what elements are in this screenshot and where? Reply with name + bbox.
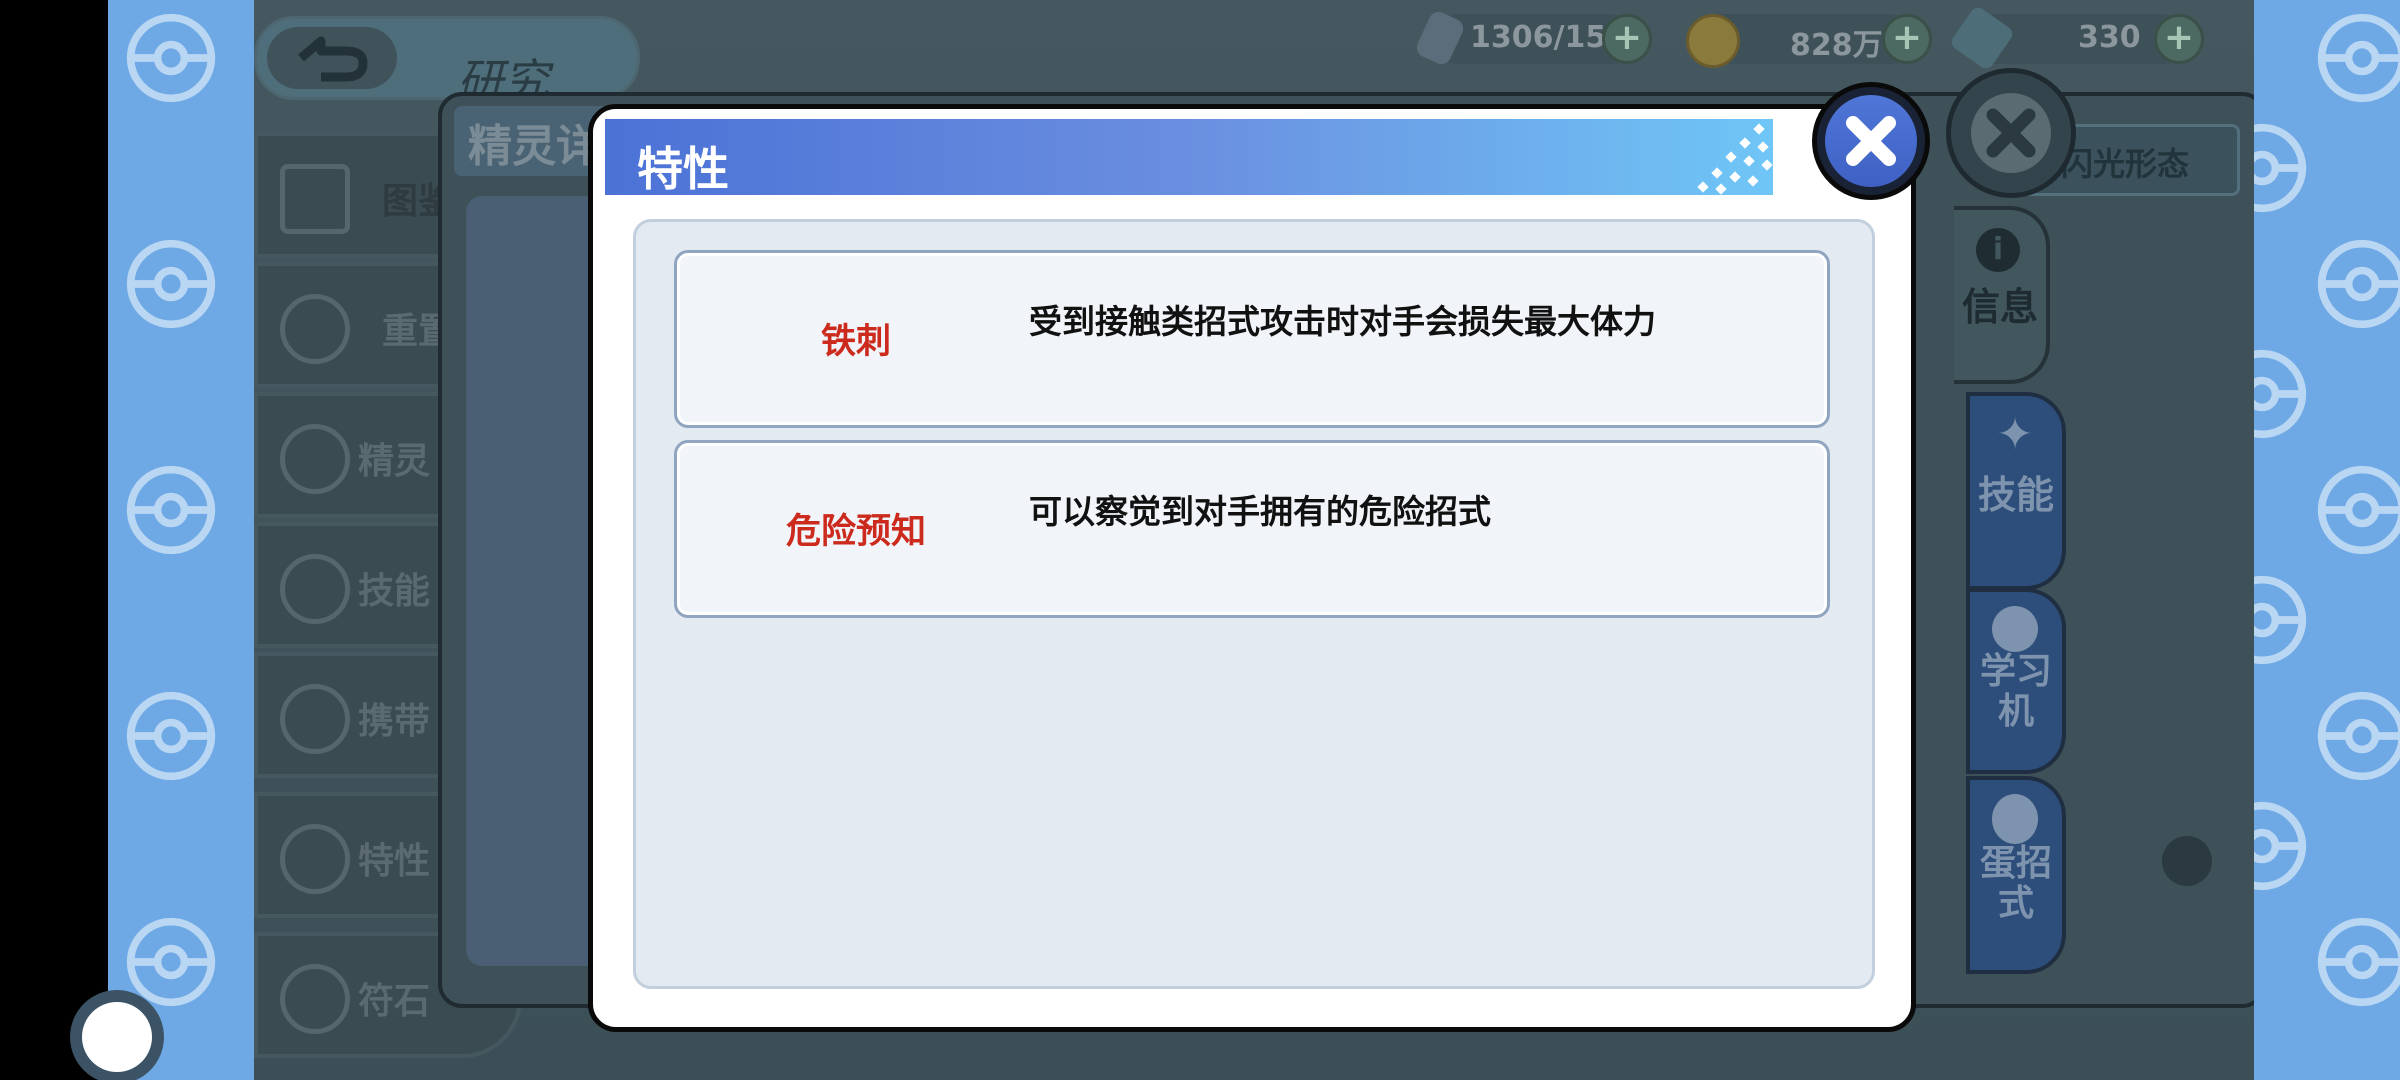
coin-count: 828万 [1790, 28, 1883, 63]
background-panel-title: 精灵详 [468, 121, 600, 172]
pokeball-pattern-icon [2254, 349, 2307, 439]
ability-row: 铁刺 受到接触类招式攻击时对手会损失最大体力 [674, 250, 1830, 428]
left-letterbox [0, 0, 108, 1080]
ability-name: 铁刺 [820, 322, 891, 362]
coin-icon [1686, 14, 1740, 68]
pokedex-icon [280, 164, 350, 234]
abilities-panel: 铁刺 受到接触类招式攻击时对手会损失最大体力 危险预知 可以察觉到对手拥有的危险… [633, 219, 1875, 989]
tab-skills[interactable]: ✦ 技能 [1966, 392, 2066, 590]
ability-description: 可以察觉到对手拥有的危险招式 [1029, 492, 1491, 531]
gem-count: 330 [2078, 20, 2141, 55]
header-dots-decoration [1697, 123, 1773, 195]
tab-tm[interactable]: 学习机 [1966, 588, 2066, 774]
egg-icon [1992, 794, 2038, 844]
held-item-icon [280, 684, 350, 754]
close-icon [1971, 93, 2051, 173]
pokeball-pattern-icon [2317, 13, 2400, 103]
pokeball-pattern-icon [2254, 575, 2307, 665]
ability-row: 危险预知 可以察觉到对手拥有的危险招式 [674, 440, 1830, 618]
add-coin-button[interactable]: + [1882, 14, 1932, 64]
back-button[interactable] [267, 27, 397, 89]
pokeball-pattern-icon [2317, 691, 2400, 781]
background-pattern-right [2254, 0, 2400, 1080]
pokeball-pattern-icon [2254, 801, 2307, 891]
dialog-title: 特性 [637, 142, 729, 196]
add-ticket-button[interactable]: + [1602, 14, 1652, 64]
add-gem-button[interactable]: + [2154, 14, 2204, 64]
ability-icon [280, 824, 350, 894]
pokeball-pattern-icon [126, 239, 216, 329]
pokeball-pattern-icon [126, 465, 216, 555]
rune-icon [280, 964, 350, 1034]
close-icon [1846, 116, 1896, 166]
pokeball-pattern-icon [2317, 465, 2400, 555]
pokeball-pattern-icon [126, 13, 216, 103]
ability-name: 危险预知 [785, 512, 926, 552]
background-pattern-left [108, 0, 254, 1080]
resource-ticket: 1306/150 + [1413, 8, 1652, 68]
floating-assistive-button[interactable] [82, 1002, 152, 1072]
info-icon: i [1976, 228, 2020, 272]
ability-description: 受到接触类招式攻击时对手会损失最大体力 [1029, 302, 1656, 341]
resource-coin: 828万 + [1686, 14, 1932, 68]
tab-info[interactable]: i 信息 [1954, 206, 2050, 384]
back-bar: 研究 [254, 16, 640, 108]
dialog-header: 特性 [605, 119, 1773, 196]
disc-icon [1992, 606, 2038, 652]
background-close-button[interactable] [1946, 68, 2076, 198]
pokeball-pattern-icon [126, 917, 216, 1007]
pokemon-icon [280, 424, 350, 494]
sparkle-icon: ✦ [1996, 409, 2034, 460]
pokeball-pattern-icon [2317, 917, 2400, 1007]
pokeball-pattern-icon [126, 691, 216, 781]
close-button[interactable] [1812, 82, 1930, 200]
resource-gem: 330 + [1948, 4, 2204, 72]
back-arrow-icon [298, 36, 368, 82]
pokeball-pattern-icon [2254, 123, 2307, 213]
ability-dialog: 特性 铁刺 受到接触类招式攻击时对手会损失最大体力 危险预知 可以察觉到对手拥有… [588, 104, 1916, 1032]
skill-icon [280, 554, 350, 624]
reset-icon [280, 294, 350, 364]
tab-egg-moves[interactable]: 蛋招式 [1966, 776, 2066, 974]
pokeball-pattern-icon [2317, 239, 2400, 329]
